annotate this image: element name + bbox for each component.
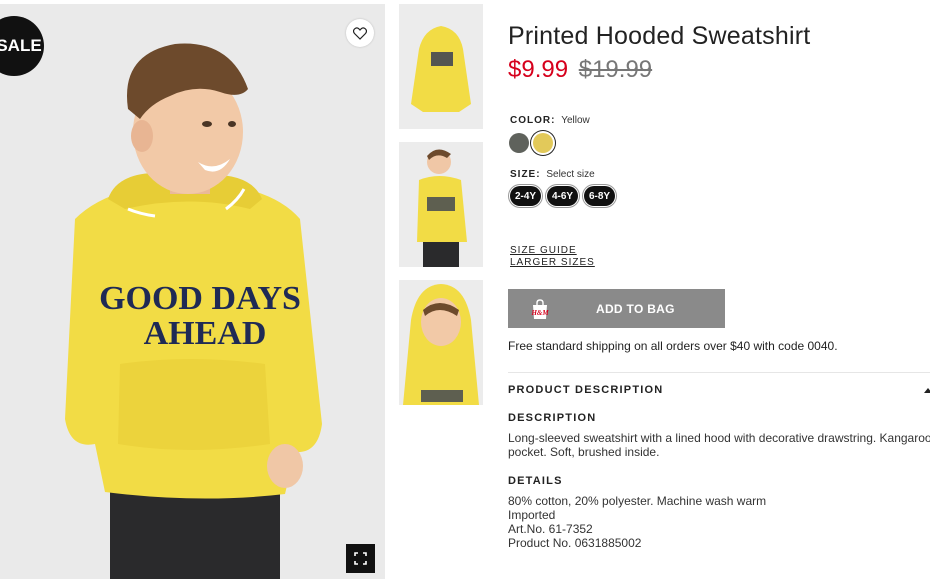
size-option-2-4y[interactable]: 2-4Y xyxy=(510,186,541,206)
bag-brand: H&M xyxy=(530,309,549,317)
color-value: Yellow xyxy=(561,115,590,126)
product-title: Printed Hooded Sweatshirt xyxy=(508,22,811,50)
main-product-image[interactable]: GOOD DAYS AHEAD SALE xyxy=(0,4,385,579)
print-line-2: AHEAD xyxy=(144,315,267,352)
product-photo: GOOD DAYS AHEAD xyxy=(0,4,385,579)
thumbnail-image xyxy=(399,4,483,129)
price: $9.99 $19.99 xyxy=(508,56,652,84)
details-line: Imported xyxy=(508,508,556,522)
details-line: Product No. 0631885002 xyxy=(508,536,642,550)
product-description-toggle[interactable]: PRODUCT DESCRIPTION xyxy=(508,384,663,396)
larger-sizes-link[interactable]: LARGER SIZES xyxy=(510,257,595,268)
fullscreen-button[interactable] xyxy=(346,544,375,573)
shipping-note: Free standard shipping on all orders ove… xyxy=(508,339,838,353)
thumbnail-image xyxy=(399,280,483,405)
color-label: COLOR: xyxy=(510,115,556,126)
sale-badge-label: SALE xyxy=(0,36,42,55)
original-price: $19.99 xyxy=(578,56,653,83)
details-heading: DETAILS xyxy=(508,475,563,487)
add-to-bag-label: ADD TO BAG xyxy=(596,301,675,316)
description-line: pocket. Soft, brushed inside. xyxy=(508,445,660,459)
size-guide-link[interactable]: SIZE GUIDE xyxy=(510,245,577,256)
thumbnail-model-hood[interactable] xyxy=(399,280,483,405)
shopping-bag-icon: H&M xyxy=(529,298,551,320)
size-label-row: SIZE: Select size xyxy=(510,169,595,180)
size-label: SIZE: xyxy=(510,169,541,180)
expand-icon xyxy=(354,552,367,565)
color-swatch-grey[interactable] xyxy=(509,133,529,153)
thumbnail-product-flat[interactable] xyxy=(399,4,483,129)
divider xyxy=(508,372,930,373)
color-label-row: COLOR: Yellow xyxy=(510,115,590,126)
size-option-6-8y[interactable]: 6-8Y xyxy=(584,186,615,206)
thumbnail-model-side[interactable] xyxy=(399,142,483,267)
add-to-bag-button[interactable]: H&M ADD TO BAG xyxy=(508,289,725,328)
heart-icon xyxy=(353,26,367,40)
details-line: Art.No. 61-7352 xyxy=(508,522,593,536)
caret-up-icon[interactable] xyxy=(924,388,930,393)
print-line-1: GOOD DAYS xyxy=(99,280,301,317)
color-swatch-yellow[interactable] xyxy=(533,133,553,153)
size-value: Select size xyxy=(546,169,595,180)
size-option-4-6y[interactable]: 4-6Y xyxy=(547,186,578,206)
thumbnail-image xyxy=(399,142,483,267)
description-heading: DESCRIPTION xyxy=(508,412,597,424)
sale-price: $9.99 xyxy=(508,56,569,83)
details-line: 80% cotton, 20% polyester. Machine wash … xyxy=(508,494,767,508)
favorite-button[interactable] xyxy=(346,19,374,47)
description-line: Long-sleeved sweatshirt with a lined hoo… xyxy=(508,431,930,445)
